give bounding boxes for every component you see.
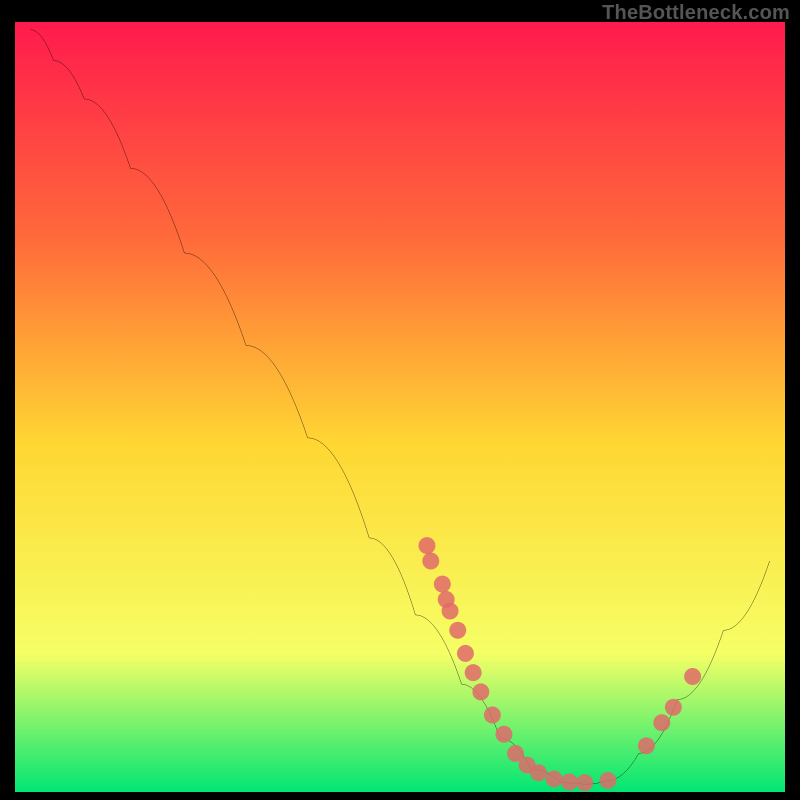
watermark-text: TheBottleneck.com bbox=[602, 2, 790, 25]
marker-dot bbox=[465, 664, 482, 681]
chart-svg bbox=[15, 22, 785, 792]
marker-dot bbox=[422, 553, 439, 570]
marker-dot bbox=[653, 714, 670, 731]
marker-dot bbox=[599, 772, 616, 789]
marker-dot bbox=[449, 622, 466, 639]
marker-dot bbox=[484, 707, 501, 724]
chart-wrapper: TheBottleneck.com bbox=[0, 0, 800, 800]
marker-dot bbox=[457, 645, 474, 662]
marker-dot bbox=[638, 737, 655, 754]
marker-dot bbox=[561, 774, 578, 791]
marker-dot bbox=[576, 774, 593, 791]
marker-dot bbox=[546, 770, 563, 787]
marker-dot bbox=[434, 576, 451, 593]
gradient-background bbox=[15, 22, 785, 792]
marker-dot bbox=[418, 537, 435, 554]
marker-dot bbox=[442, 603, 459, 620]
marker-dot bbox=[665, 699, 682, 716]
marker-dot bbox=[530, 764, 547, 781]
marker-dot bbox=[684, 668, 701, 685]
marker-dot bbox=[472, 683, 489, 700]
marker-dot bbox=[495, 726, 512, 743]
